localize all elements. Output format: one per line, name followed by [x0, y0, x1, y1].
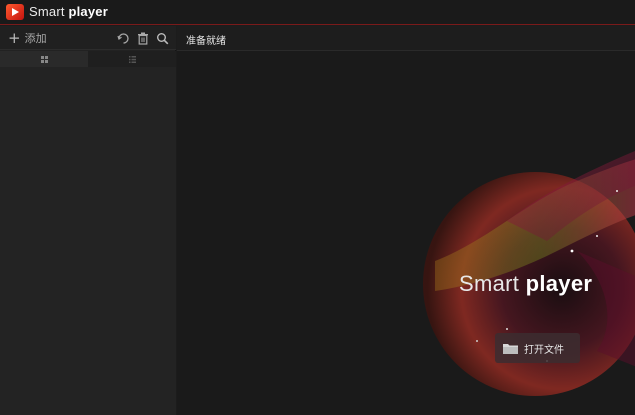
app-title-light: Smart — [29, 4, 65, 19]
refresh-icon[interactable] — [116, 31, 130, 45]
main-player-area[interactable]: 准备就绪 Smart player 打开文件 — [177, 26, 635, 415]
open-file-label: 打开文件 — [524, 344, 564, 356]
brand-logo-text: Smart player — [459, 271, 592, 297]
search-icon[interactable] — [155, 31, 169, 45]
view-mode-tabs — [0, 51, 176, 67]
sidebar-toolbar: + 添加 — [0, 26, 176, 50]
player-stage[interactable]: Smart player 打开文件 — [177, 51, 635, 415]
add-label: 添加 — [24, 32, 47, 45]
brand-light: Smart — [459, 271, 520, 296]
playlist-area[interactable] — [0, 67, 176, 415]
grid-icon — [40, 55, 48, 63]
open-file-button[interactable]: 打开文件 — [495, 333, 580, 363]
list-icon — [128, 55, 136, 63]
smart-player-window: Smart player + 添加 准备就绪 Smart player 打开文件 — [0, 0, 635, 415]
grid-view-tab[interactable] — [0, 51, 88, 67]
add-button[interactable]: + 添加 — [8, 30, 47, 46]
status-text: 准备就绪 — [186, 36, 226, 47]
app-logo-icon — [6, 4, 24, 20]
folder-icon — [503, 344, 518, 354]
trash-icon[interactable] — [136, 31, 150, 45]
plus-icon: + — [8, 29, 21, 47]
app-title: Smart player — [29, 4, 108, 19]
brand-bold: player — [525, 271, 593, 296]
status-bar: 准备就绪 — [177, 26, 635, 51]
playlist-sidebar: + 添加 — [0, 26, 176, 415]
app-title-bold: player — [68, 4, 108, 19]
title-bar[interactable]: Smart player — [0, 0, 635, 25]
list-view-tab[interactable] — [88, 51, 176, 67]
